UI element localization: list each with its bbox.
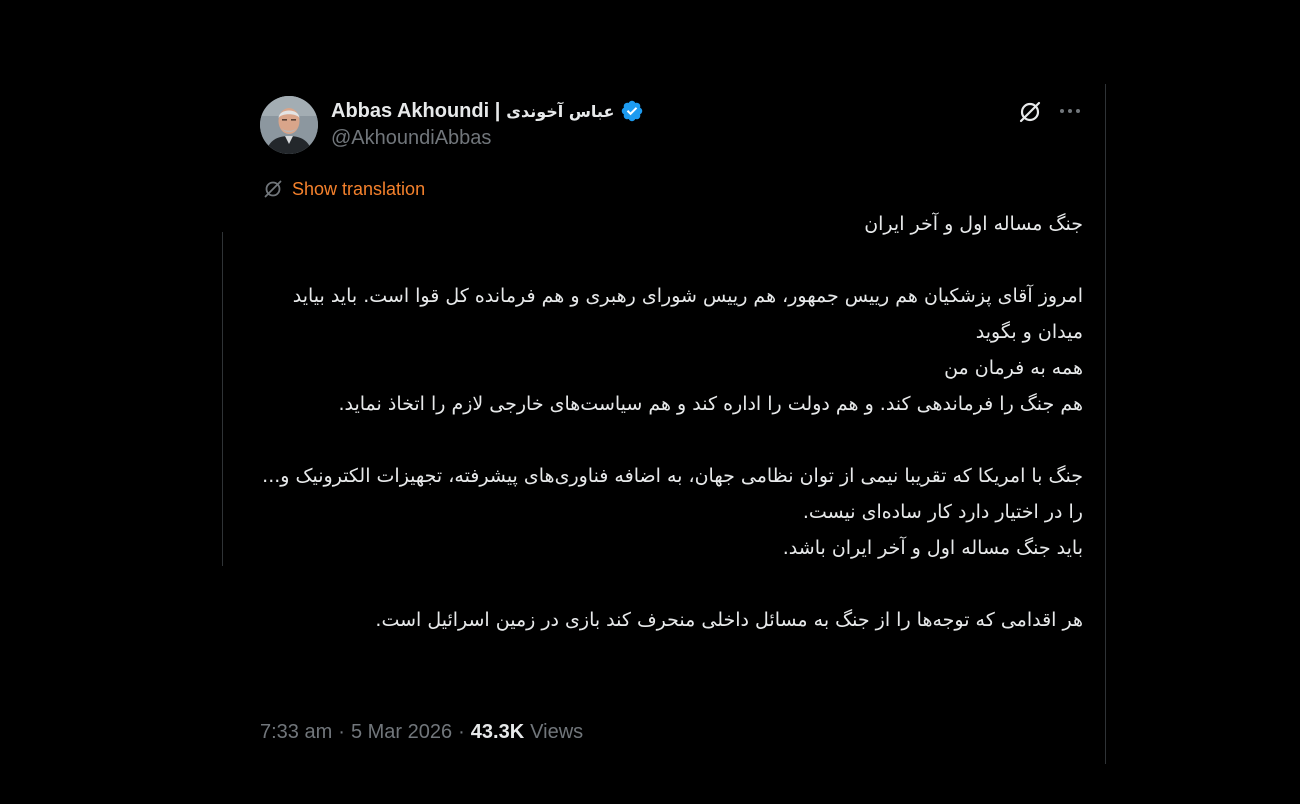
author-display-name-persian[interactable]: عباس آخوندی xyxy=(506,102,614,121)
grok-icon[interactable] xyxy=(1016,98,1044,126)
tweet-paragraph: باید جنگ مساله اول و آخر ایران باشد. xyxy=(782,537,1083,559)
verified-badge-icon xyxy=(622,100,643,122)
tweet-paragraph: همه به فرمان من xyxy=(944,357,1083,379)
avatar[interactable] xyxy=(260,96,318,154)
tweet-card: Abbas Akhoundi | عباس آخوندی @AkhoundiAb… xyxy=(0,0,1300,804)
views-label: Views xyxy=(530,721,584,743)
more-icon[interactable] xyxy=(1057,98,1083,124)
tweet-time[interactable]: 7:33 am xyxy=(260,721,332,744)
grok-translate-icon xyxy=(264,180,282,198)
show-translation-label[interactable]: Show translation xyxy=(292,179,425,200)
avatar-image xyxy=(260,96,318,154)
tweet-paragraph: امروز آقای پزشکیان هم رییس جمهور، هم ریی… xyxy=(292,285,1083,343)
tweet-meta: 7:33 am · 5 Mar 2026 · 43.3K Views xyxy=(260,721,583,744)
left-border xyxy=(222,232,223,566)
tweet-paragraph: هر اقدامی که توجه‌ها را از جنگ به مسائل … xyxy=(375,609,1083,631)
author-handle[interactable]: @AkhoundiAbbas xyxy=(331,127,491,150)
show-translation-link[interactable]: Show translation xyxy=(262,178,425,200)
tweet-paragraph: جنگ با امریکا که تقریبا نیمی از توان نظا… xyxy=(262,465,1083,523)
views-count: 43.3K xyxy=(470,721,525,743)
meta-separator: · xyxy=(458,721,465,743)
tweet-paragraph: هم جنگ را فرماندهی کند. و هم دولت را ادا… xyxy=(338,393,1083,415)
right-border xyxy=(1105,84,1106,764)
author-display-name[interactable]: Abbas Akhoundi | xyxy=(331,100,500,123)
tweet-text: جنگ مساله اول و آخر ایران امروز آقای پزش… xyxy=(262,206,1083,638)
tweet-date[interactable]: 5 Mar 2026 xyxy=(351,721,452,744)
meta-separator: · xyxy=(338,721,345,743)
tweet-paragraph-title: جنگ مساله اول و آخر ایران xyxy=(864,213,1083,235)
author-name-row[interactable]: Abbas Akhoundi | عباس آخوندی xyxy=(331,97,644,125)
